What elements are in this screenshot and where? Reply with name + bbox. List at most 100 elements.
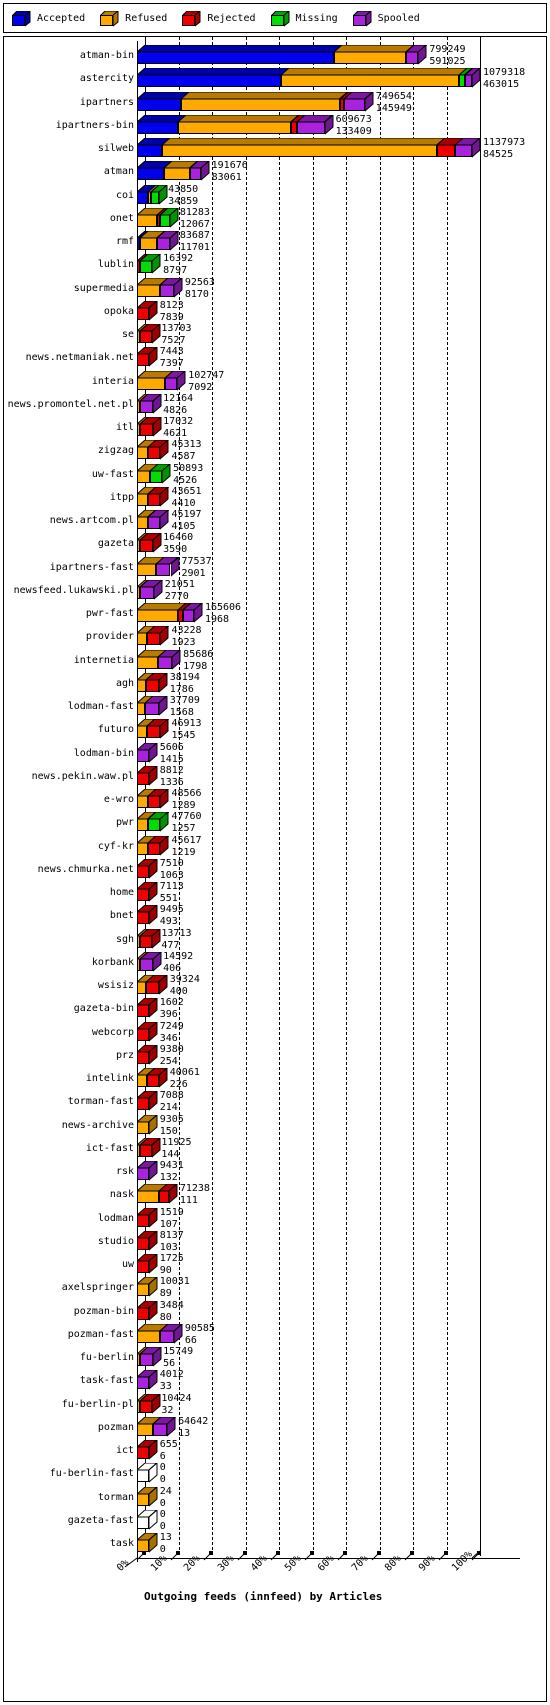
chart-row: news.artcom.pl 45197 4105	[4, 510, 546, 533]
bar-side-face	[153, 417, 162, 437]
bar-side-face	[162, 463, 171, 484]
bar-value-accepted: 103	[159, 1241, 178, 1253]
bar-side-face	[151, 1137, 161, 1158]
bar-side-face	[160, 835, 169, 856]
bar-value-offered: 655	[159, 1439, 178, 1450]
bar-side-face	[148, 765, 158, 786]
bar-side-face	[153, 1347, 162, 1367]
stacked-bar	[137, 45, 428, 65]
bar-side-face	[170, 231, 179, 251]
chart-row: newsfeed.lukawski.pl 21051 2770	[4, 579, 546, 603]
legend-item-rejected: Rejected	[182, 10, 256, 27]
stacked-bar	[137, 1137, 161, 1158]
bar-top-face	[181, 91, 349, 99]
bar-side-face	[152, 254, 161, 274]
chart-row: news.pekin.waw.pl 8812 1336	[4, 765, 546, 789]
bar-value-accepted: 12067	[179, 218, 210, 230]
bar-side-face	[324, 114, 334, 135]
stacked-bar	[137, 1323, 183, 1344]
chart-row: rsk 9431 132	[4, 1161, 546, 1184]
bar-value-labels: 17032 4621	[163, 417, 193, 439]
bar-value-offered: 50893	[173, 462, 204, 474]
stacked-bar	[137, 1091, 158, 1111]
stacked-bar	[137, 905, 158, 925]
bar-side-face	[160, 789, 169, 809]
bar-value-labels: 16460 3590	[163, 533, 193, 555]
bar-value-labels: 45617 1219	[171, 835, 201, 858]
bar-value-offered: 13	[159, 1532, 172, 1543]
bar-value-offered: 15749	[163, 1346, 194, 1357]
bar-side-face	[148, 1114, 158, 1135]
chart-row: intelink 40061 226	[4, 1068, 546, 1091]
bar-value-accepted: 83061	[211, 172, 242, 184]
bar-value-labels: 9305 150	[160, 1114, 184, 1137]
x-axis-tick	[337, 1551, 347, 1561]
y-axis-label: axelspringer	[61, 1282, 134, 1294]
bar-value-offered: 71238	[179, 1183, 210, 1195]
y-axis-label: intelink	[85, 1073, 134, 1084]
y-axis-label: home	[109, 887, 134, 898]
bar-value-accepted: 1968	[204, 614, 230, 625]
legend-label: Accepted	[37, 12, 86, 24]
chart-row: provider 43228 1923	[4, 626, 546, 649]
stacked-bar	[137, 1184, 178, 1204]
bar-value-labels: 24 0	[159, 1485, 172, 1509]
y-axis-label: sgh	[115, 933, 134, 945]
chart-row: astercity 1079318 463015	[4, 68, 546, 91]
chart-row: e-wro 48566 1289	[4, 789, 546, 812]
chart-row: nask 71238 111	[4, 1184, 546, 1207]
chart-row: news.chmurka.net 7510 1063	[4, 858, 546, 882]
x-axis-tick	[237, 1551, 247, 1561]
bar-value-offered: 9495	[159, 904, 184, 916]
chart-frame: atman-bin 799249 591025 astercity 1079318 463…	[3, 36, 547, 1702]
stacked-bar	[137, 1440, 158, 1460]
bar-value-labels: 38194 1786	[170, 672, 200, 695]
chart-row: lodman-fast 37709 1568	[4, 696, 546, 719]
stacked-bar	[137, 138, 481, 158]
stacked-bar	[137, 696, 168, 716]
y-axis-label: nask	[109, 1189, 134, 1201]
bar-value-accepted: 396	[159, 1009, 178, 1021]
y-axis-label: uw-fast	[91, 468, 134, 480]
stacked-bar	[137, 579, 164, 600]
bar-value-labels: 21051 2770	[165, 579, 195, 602]
y-axis-label: lublin	[97, 259, 134, 271]
bar-value-offered: 24	[159, 1485, 172, 1497]
bar-value-offered: 609673	[335, 113, 372, 125]
chart-row: wsisiz 39324 400	[4, 975, 546, 998]
bar-value-labels: 7113 551	[160, 882, 184, 904]
bar-value-labels: 7443 7397	[160, 347, 184, 369]
bar-value-accepted: 0	[159, 1520, 166, 1532]
stacked-bar	[137, 1347, 163, 1367]
stacked-bar	[137, 1114, 158, 1135]
bar-value-accepted: 0	[159, 1474, 166, 1486]
bar-value-offered: 7088	[159, 1090, 184, 1102]
bar-value-offered: 4012	[159, 1369, 184, 1381]
stacked-bar	[137, 649, 181, 670]
bar-value-offered: 7113	[159, 881, 184, 892]
bar-value-accepted: 0	[159, 1497, 166, 1509]
bar-value-offered: 12164	[163, 392, 194, 404]
bar-side-face	[148, 742, 158, 763]
legend-swatch-icon	[352, 10, 372, 27]
stacked-bar	[137, 1509, 158, 1530]
bar-side-face	[148, 1091, 158, 1111]
stacked-bar	[137, 300, 158, 321]
bar-value-offered: 16392	[163, 253, 194, 265]
bar-value-accepted: 66	[184, 1334, 197, 1346]
y-axis-label: gazeta-bin	[73, 1003, 134, 1015]
chart-row: fu-berlin 15749 56	[4, 1347, 546, 1370]
bar-value-offered: 102747	[188, 369, 225, 381]
bar-value-accepted: 34859	[168, 195, 199, 207]
chart-row: news.netmaniak.net 7443 7397	[4, 347, 546, 370]
stacked-bar	[137, 1393, 161, 1414]
legend-item-spooled: Spooled	[352, 10, 420, 27]
chart-row: zigzag 45313 4587	[4, 440, 546, 463]
x-axis-tick	[304, 1551, 314, 1561]
bar-value-labels: 10031 89	[160, 1277, 190, 1299]
y-axis-label: ipartners	[79, 96, 134, 108]
stacked-bar	[137, 1277, 158, 1297]
chart-row: pozman-fast 90585 66	[4, 1323, 546, 1347]
bar-value-accepted: 1336	[159, 776, 184, 788]
bar-side-face	[148, 1509, 158, 1530]
